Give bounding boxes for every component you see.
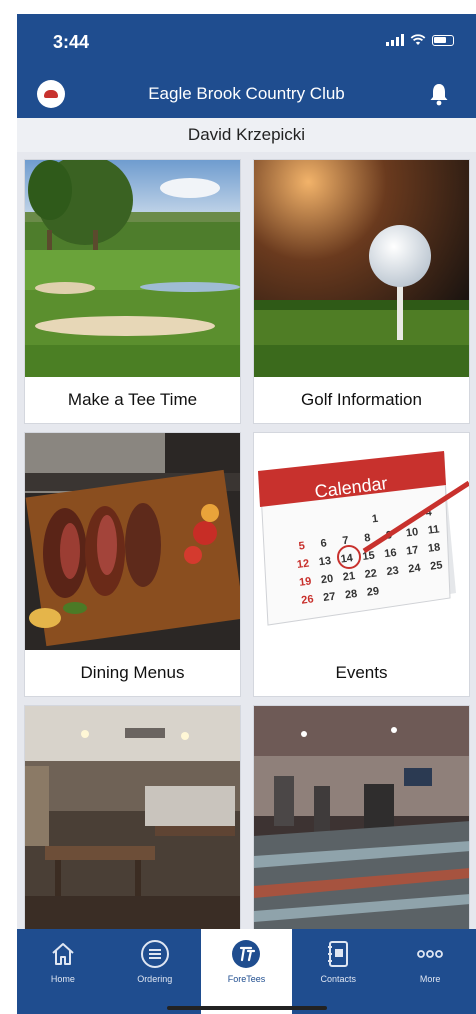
calendar-day: 14 bbox=[340, 552, 354, 566]
tile-golf-information[interactable]: Golf Information bbox=[253, 159, 470, 424]
calendar-image: Calendar 1 4 5 6 7 8 9 10 11 12 13 14 15… bbox=[254, 433, 469, 652]
tab-home[interactable]: Home bbox=[17, 929, 109, 1014]
calendar-day: 12 bbox=[296, 558, 310, 571]
calendar-day: 13 bbox=[318, 555, 332, 568]
tab-label: More bbox=[419, 974, 441, 984]
tile-fitness[interactable] bbox=[253, 705, 470, 930]
status-icons bbox=[386, 34, 454, 46]
signal-icon bbox=[386, 34, 404, 46]
steak-image bbox=[25, 433, 240, 652]
more-dots-icon bbox=[417, 950, 443, 958]
tab-label: Home bbox=[50, 974, 75, 984]
bell-icon[interactable] bbox=[428, 82, 450, 106]
calendar-day: 11 bbox=[427, 523, 440, 536]
golf-ball-image bbox=[254, 160, 469, 379]
tile-events[interactable]: Calendar 1 4 5 6 7 8 9 10 11 12 13 14 15… bbox=[253, 432, 470, 697]
home-icon bbox=[52, 943, 74, 965]
calendar-day: 29 bbox=[366, 585, 380, 598]
calendar-day: 28 bbox=[344, 588, 358, 601]
calendar-day: 19 bbox=[299, 575, 313, 588]
golf-course-image bbox=[25, 160, 240, 379]
tile-label: Events bbox=[254, 650, 469, 696]
contacts-book-icon bbox=[328, 941, 349, 967]
battery-icon bbox=[432, 35, 454, 46]
tab-more[interactable]: More bbox=[384, 929, 476, 1014]
tile-restaurant[interactable] bbox=[24, 705, 241, 930]
calendar-day: 26 bbox=[301, 593, 315, 606]
tile-label: Dining Menus bbox=[25, 650, 240, 696]
calendar-day: 10 bbox=[405, 526, 419, 539]
tile-label: Make a Tee Time bbox=[25, 377, 240, 423]
bottom-tab-bar: Home Ordering ForeTees Contacts More bbox=[17, 929, 476, 1014]
tile-make-a-tee-time[interactable]: Make a Tee Time bbox=[24, 159, 241, 424]
fitness-room-image bbox=[254, 706, 469, 930]
tab-contacts[interactable]: Contacts bbox=[292, 929, 384, 1014]
calendar-day: 24 bbox=[408, 562, 422, 576]
calendar-day: 17 bbox=[405, 544, 419, 557]
tab-ordering[interactable]: Ordering bbox=[109, 929, 201, 1014]
tab-label: Ordering bbox=[137, 974, 173, 984]
calendar-day: 25 bbox=[430, 559, 444, 572]
member-name: David Krzepicki bbox=[17, 118, 476, 152]
phone-screen: 3:44 Eagle Brook Country Club David Krze… bbox=[17, 14, 476, 1014]
calendar-day: 18 bbox=[427, 541, 441, 554]
foretees-logo-icon bbox=[232, 940, 261, 968]
tile-label: Golf Information bbox=[254, 377, 469, 423]
calendar-day: 21 bbox=[342, 570, 356, 583]
calendar-day: 20 bbox=[320, 573, 334, 586]
calendar-day: 15 bbox=[362, 550, 376, 563]
restaurant-interior-image bbox=[25, 706, 240, 930]
calendar-day: 23 bbox=[386, 565, 400, 578]
calendar-day: 16 bbox=[384, 547, 398, 560]
calendar-day: 27 bbox=[323, 591, 337, 604]
tile-dining-menus[interactable]: Dining Menus bbox=[24, 432, 241, 697]
wifi-icon bbox=[410, 34, 426, 45]
club-title: Eagle Brook Country Club bbox=[148, 84, 345, 103]
app-header: 3:44 Eagle Brook Country Club bbox=[17, 14, 476, 118]
calendar-day: 22 bbox=[364, 567, 378, 580]
home-indicator bbox=[167, 1006, 327, 1010]
status-time: 3:44 bbox=[53, 32, 90, 52]
tab-label: Contacts bbox=[320, 974, 357, 984]
tab-foretees[interactable]: ForeTees bbox=[200, 929, 293, 1014]
tab-label: ForeTees bbox=[227, 974, 266, 984]
menu-lines-icon bbox=[140, 940, 169, 968]
